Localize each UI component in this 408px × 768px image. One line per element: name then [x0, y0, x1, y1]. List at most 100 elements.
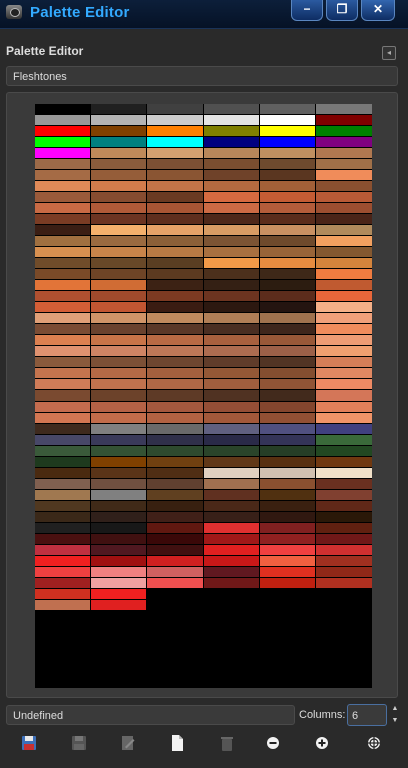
color-swatch[interactable] [147, 500, 204, 512]
color-swatch[interactable] [315, 401, 372, 413]
color-swatch[interactable] [147, 511, 204, 523]
color-swatch[interactable] [35, 104, 92, 116]
color-swatch[interactable] [147, 225, 204, 237]
color-swatch[interactable] [259, 566, 316, 578]
color-swatch[interactable] [315, 269, 372, 281]
color-swatch[interactable] [35, 258, 92, 270]
color-swatch[interactable] [35, 467, 92, 479]
color-swatch[interactable] [203, 170, 260, 182]
color-swatch[interactable] [203, 148, 260, 160]
color-swatch[interactable] [35, 203, 92, 215]
color-swatch[interactable] [203, 269, 260, 281]
color-swatch[interactable] [147, 434, 204, 446]
color-swatch[interactable] [35, 115, 92, 127]
color-swatch[interactable] [91, 423, 148, 435]
color-swatch[interactable] [315, 170, 372, 182]
collapse-panel-button[interactable]: ◂ [382, 46, 396, 60]
color-swatch[interactable] [91, 467, 148, 479]
color-swatch[interactable] [315, 500, 372, 512]
minimize-button[interactable]: − [291, 0, 323, 21]
color-swatch[interactable] [147, 236, 204, 248]
close-button[interactable]: ✕ [361, 0, 395, 21]
color-swatch[interactable] [259, 126, 316, 138]
color-swatch[interactable] [91, 214, 148, 226]
color-swatch[interactable] [91, 181, 148, 193]
color-swatch[interactable] [315, 588, 372, 600]
color-swatch[interactable] [147, 269, 204, 281]
color-swatch[interactable] [203, 566, 260, 578]
color-picker-button[interactable] [365, 734, 383, 752]
color-swatch[interactable] [91, 148, 148, 160]
color-swatch[interactable] [203, 247, 260, 259]
color-swatch[interactable] [91, 357, 148, 369]
color-swatch[interactable] [203, 379, 260, 391]
color-swatch[interactable] [35, 148, 92, 160]
color-swatch[interactable] [259, 390, 316, 402]
color-swatch[interactable] [35, 247, 92, 259]
color-swatch[interactable] [315, 346, 372, 358]
color-swatch[interactable] [259, 335, 316, 347]
color-swatch[interactable] [35, 566, 92, 578]
color-swatch[interactable] [147, 368, 204, 380]
color-swatch[interactable] [315, 291, 372, 303]
color-swatch[interactable] [203, 412, 260, 424]
color-swatch[interactable] [35, 489, 92, 501]
color-swatch[interactable] [35, 159, 92, 171]
color-swatch[interactable] [203, 445, 260, 457]
color-swatch[interactable] [315, 258, 372, 270]
color-swatch[interactable] [315, 522, 372, 534]
color-swatch[interactable] [91, 456, 148, 468]
color-swatch[interactable] [315, 214, 372, 226]
color-swatch[interactable] [259, 203, 316, 215]
color-swatch[interactable] [259, 533, 316, 545]
color-swatch[interactable] [259, 544, 316, 556]
color-swatch[interactable] [35, 357, 92, 369]
color-swatch[interactable] [147, 214, 204, 226]
color-swatch[interactable] [91, 291, 148, 303]
color-swatch[interactable] [259, 148, 316, 160]
color-swatch[interactable] [147, 104, 204, 116]
color-swatch[interactable] [147, 423, 204, 435]
color-swatch[interactable] [203, 533, 260, 545]
color-swatch[interactable] [147, 390, 204, 402]
color-swatch[interactable] [91, 489, 148, 501]
color-swatch[interactable] [315, 467, 372, 479]
color-swatch[interactable] [147, 335, 204, 347]
color-swatch[interactable] [147, 379, 204, 391]
color-swatch[interactable] [315, 115, 372, 127]
color-swatch[interactable] [315, 577, 372, 589]
color-swatch[interactable] [147, 478, 204, 490]
color-swatch[interactable] [259, 522, 316, 534]
color-swatch[interactable] [203, 346, 260, 358]
color-swatch[interactable] [315, 379, 372, 391]
color-swatch[interactable] [35, 555, 92, 567]
color-swatch[interactable] [35, 390, 92, 402]
color-swatch[interactable] [91, 137, 148, 149]
color-swatch[interactable] [259, 159, 316, 171]
color-swatch[interactable] [315, 478, 372, 490]
color-swatch[interactable] [91, 390, 148, 402]
color-swatch[interactable] [203, 511, 260, 523]
color-swatch[interactable] [147, 302, 204, 314]
color-swatch[interactable] [203, 401, 260, 413]
color-swatch[interactable] [91, 588, 148, 600]
color-swatch[interactable] [91, 401, 148, 413]
color-swatch[interactable] [147, 544, 204, 556]
color-swatch[interactable] [91, 500, 148, 512]
color-swatch[interactable] [147, 170, 204, 182]
color-swatch[interactable] [203, 577, 260, 589]
color-swatch[interactable] [203, 357, 260, 369]
color-swatch[interactable] [203, 203, 260, 215]
color-swatch[interactable] [259, 423, 316, 435]
color-swatch[interactable] [259, 181, 316, 193]
color-swatch[interactable] [203, 192, 260, 204]
color-swatch[interactable] [35, 214, 92, 226]
color-swatch[interactable] [35, 379, 92, 391]
color-swatch[interactable] [315, 544, 372, 556]
color-swatch[interactable] [315, 192, 372, 204]
color-swatch[interactable] [35, 401, 92, 413]
color-swatch[interactable] [91, 544, 148, 556]
color-swatch[interactable] [35, 434, 92, 446]
columns-input[interactable]: 6 [347, 704, 387, 726]
color-swatch[interactable] [147, 522, 204, 534]
